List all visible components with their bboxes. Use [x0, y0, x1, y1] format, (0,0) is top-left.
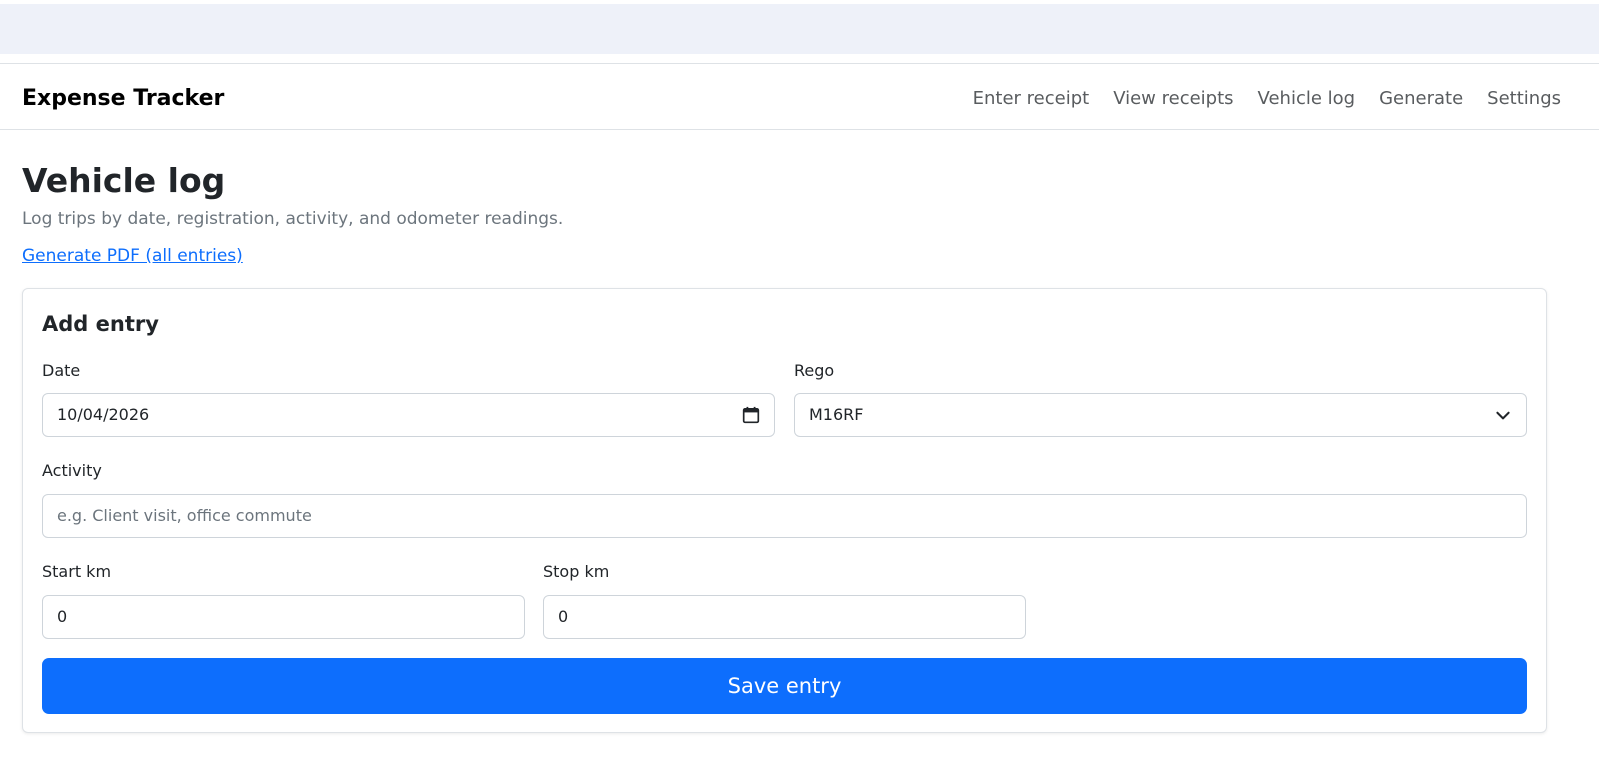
rego-value: M16RF: [809, 405, 864, 424]
nav-enter-receipt[interactable]: Enter receipt: [973, 86, 1090, 112]
chevron-down-icon: [1496, 411, 1510, 420]
card-title: Add entry: [42, 312, 159, 336]
stop-km-input[interactable]: 0: [543, 595, 1026, 639]
activity-input[interactable]: e.g. Client visit, office commute: [42, 494, 1527, 538]
date-value: 10/04/2026: [57, 405, 150, 424]
page-subtitle: Log trips by date, registration, activit…: [22, 209, 564, 229]
nav-vehicle-log[interactable]: Vehicle log: [1258, 86, 1356, 112]
page-title: Vehicle log: [22, 161, 226, 200]
nav-settings[interactable]: Settings: [1487, 86, 1561, 112]
navbar: Expense Tracker Enter receipt View recei…: [0, 64, 1599, 130]
nav-links: Enter receipt View receipts Vehicle log …: [973, 86, 1561, 112]
nav-view-receipts[interactable]: View receipts: [1113, 86, 1233, 112]
nav-generate[interactable]: Generate: [1379, 86, 1463, 112]
save-entry-button[interactable]: Save entry: [42, 658, 1527, 714]
calendar-icon[interactable]: [742, 406, 760, 424]
start-km-input[interactable]: 0: [42, 595, 525, 639]
brand-title[interactable]: Expense Tracker: [22, 86, 224, 112]
rego-select[interactable]: M16RF: [794, 393, 1527, 437]
add-entry-card: Add entry Date 10/04/2026 Rego M16RF Act…: [22, 288, 1547, 733]
browser-top-strip: [0, 4, 1599, 54]
date-field[interactable]: 10/04/2026: [42, 393, 775, 437]
start-km-label: Start km: [42, 562, 112, 581]
generate-pdf-link[interactable]: Generate PDF (all entries): [22, 244, 243, 268]
rego-label: Rego: [794, 361, 835, 380]
activity-label: Activity: [42, 461, 102, 480]
stop-km-label: Stop km: [543, 562, 610, 581]
date-label: Date: [42, 361, 81, 380]
